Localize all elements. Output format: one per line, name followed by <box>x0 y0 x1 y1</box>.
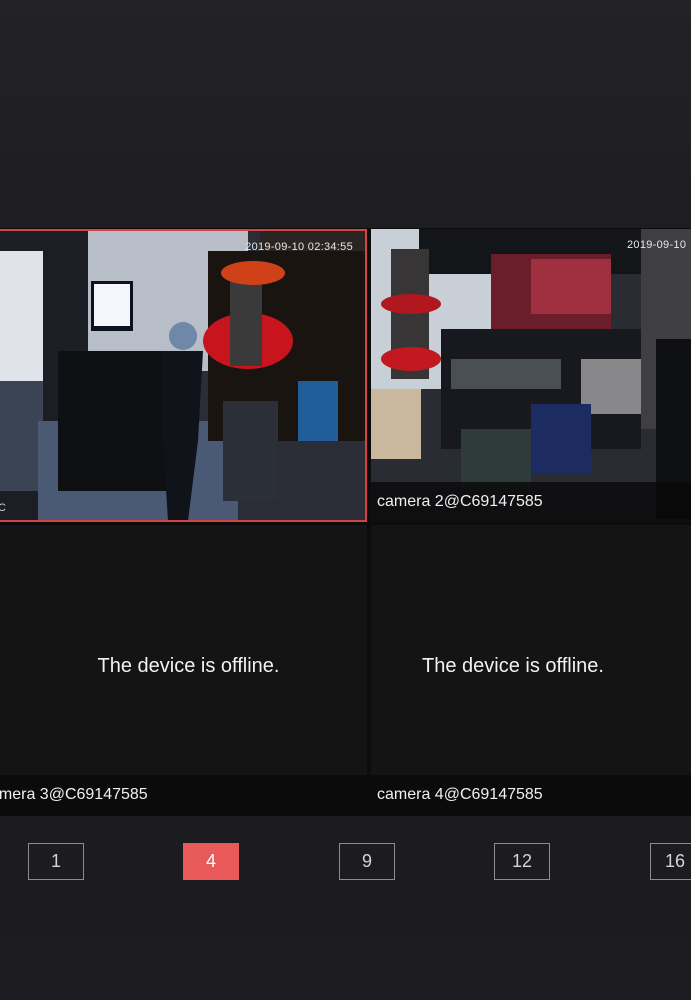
camera-1-feed <box>0 231 365 520</box>
camera-1-timestamp: 2019-09-10 02:34:55 <box>245 241 353 253</box>
camera-1-side-text: C <box>0 502 6 514</box>
camera-2-feed <box>371 229 691 522</box>
layout-option-9[interactable]: 9 <box>339 843 395 880</box>
layout-option-12[interactable]: 12 <box>494 843 550 880</box>
camera-2-timestamp: 2019-09-10 <box>627 239 687 251</box>
camera-4-tile[interactable]: The device is offline. camera 4@C6914758… <box>371 525 691 815</box>
camera-4-offline-message: The device is offline. <box>422 655 604 677</box>
camera-2-tile[interactable]: 2019-09-10 camera 2@C69147585 <box>371 229 691 522</box>
camera-3-tile[interactable]: The device is offline. amera 3@C69147585 <box>0 525 367 815</box>
camera-4-label: camera 4@C69147585 <box>371 775 691 815</box>
camera-2-label: camera 2@C69147585 <box>371 482 691 522</box>
camera-3-label: amera 3@C69147585 <box>0 775 367 815</box>
camera-1-tile[interactable]: 2019-09-10 02:34:55 C <box>0 229 367 522</box>
layout-option-1[interactable]: 1 <box>28 843 84 880</box>
layout-selector: 1 4 9 12 16 <box>0 843 691 883</box>
layout-option-16[interactable]: 16 <box>650 843 691 880</box>
layout-option-4[interactable]: 4 <box>183 843 239 880</box>
camera-3-offline-message: The device is offline. <box>97 655 280 677</box>
